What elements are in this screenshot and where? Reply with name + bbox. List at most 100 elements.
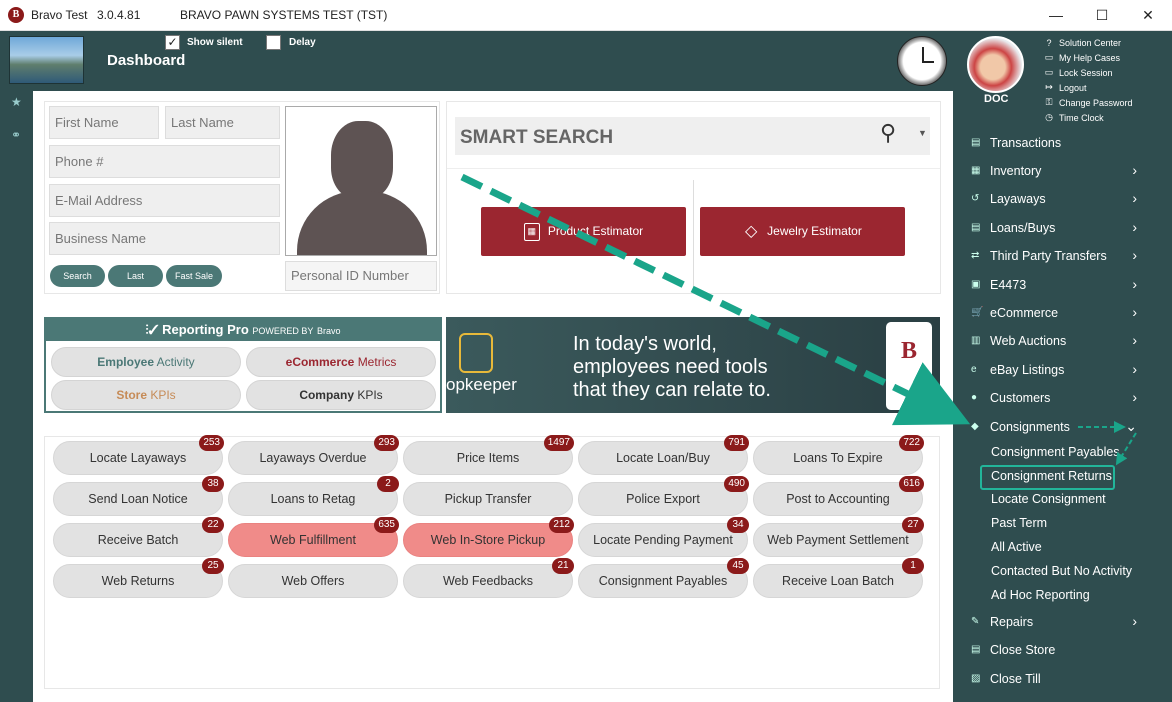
quick-action-button[interactable]: Price Items 1497 (403, 435, 574, 475)
quick-action-button[interactable]: Post to Accounting 616 (753, 476, 924, 516)
submenu-item-consignment-payables[interactable]: Consignment Payables (991, 445, 1120, 459)
email-field[interactable]: E-Mail Address (49, 184, 280, 217)
quick-action-label: Web In-Store Pickup (430, 533, 546, 547)
submenu-item-locate-consignment[interactable]: Locate Consignment (991, 492, 1106, 506)
quick-action-label: Locate Layaways (89, 451, 187, 465)
quick-action-label: Pickup Transfer (444, 492, 532, 506)
sidebar-item-transactions[interactable]: ▤ Transactions (963, 129, 1157, 157)
sidebar-item-repairs[interactable]: ✎ Repairs › (963, 608, 1157, 636)
quick-action-button[interactable]: Web In-Store Pickup 212 (403, 517, 574, 557)
count-badge: 1497 (543, 435, 574, 451)
customer-photo[interactable] (285, 106, 437, 256)
submenu-item-ad-hoc-reporting[interactable]: Ad Hoc Reporting (991, 588, 1090, 602)
favorites-star-icon[interactable]: ★ (11, 95, 22, 109)
company-kpis-button[interactable]: Company KPIs (246, 380, 436, 410)
app-name: Bravo Test (31, 8, 88, 22)
employee-activity-button[interactable]: Employee Activity (51, 347, 241, 377)
menu-label: Third Party Transfers (990, 249, 1107, 263)
user-links: ? Solution Center ▭ My Help Cases ▭ Lock Se… (1043, 35, 1133, 125)
sidebar-item-layaways[interactable]: ↺ Layaways › (963, 185, 1157, 213)
quick-action-button[interactable]: Web Offers (228, 564, 398, 598)
quick-action-button[interactable]: Web Returns 25 (53, 558, 224, 598)
sidebar-item-consignments[interactable]: ◆ Consignments ⌄ (963, 413, 1157, 441)
quick-action-button[interactable]: Web Payment Settlement 27 (753, 517, 924, 557)
sidebar-item-inventory[interactable]: ▦ Inventory › (963, 157, 1157, 185)
quick-action-button[interactable]: Web Feedbacks 21 (403, 558, 574, 598)
chevron-icon: ⌄ (1125, 418, 1137, 434)
quick-action-label: Post to Accounting (786, 492, 890, 506)
quick-action-button[interactable]: Locate Layaways 253 (53, 435, 224, 475)
quick-action-button[interactable]: Police Export 490 (578, 476, 749, 516)
quick-action-label: Send Loan Notice (88, 492, 188, 506)
banner-line: that they can relate to. (573, 379, 771, 401)
store-kpis-button[interactable]: Store KPIs (51, 380, 241, 410)
sidebar-item-web-auctions[interactable]: ▥ Web Auctions › (963, 327, 1157, 355)
diamond-icon: ◇ (745, 222, 758, 240)
submenu-item-past-term[interactable]: Past Term (991, 516, 1047, 530)
sidebar-item-loans-buys[interactable]: ▤ Loans/Buys › (963, 214, 1157, 242)
menu-icon: e (971, 364, 977, 375)
quick-action-button[interactable]: Web Fulfillment 635 (228, 517, 399, 557)
my-help-cases-link[interactable]: ▭ My Help Cases (1043, 50, 1133, 65)
quick-action-button[interactable]: Send Loan Notice 38 (53, 476, 224, 516)
sidebar-item-close-till[interactable]: ▨ Close Till (963, 665, 1157, 693)
chevron-icon: › (1132, 613, 1137, 629)
link-label: Time Clock (1059, 112, 1104, 123)
quick-action-button[interactable]: Layaways Overdue 293 (228, 435, 399, 475)
quick-action-button[interactable]: Receive Loan Batch 1 (753, 558, 924, 598)
last-button[interactable]: Last (108, 265, 163, 287)
personal-id-field[interactable]: Personal ID Number (285, 261, 437, 291)
link-icon[interactable]: ⚭ (11, 128, 21, 142)
time-clock-link[interactable]: ◷ Time Clock (1043, 110, 1133, 125)
dropdown-caret-icon[interactable]: ▼ (918, 128, 927, 138)
link-label: Lock Session (1059, 67, 1113, 78)
sidebar-item-customers[interactable]: ● Customers › (963, 384, 1157, 412)
menu-icon: ▨ (971, 673, 981, 684)
ecommerce-metrics-button[interactable]: eCommerce Metrics (246, 347, 436, 377)
solution-center-link[interactable]: ? Solution Center (1043, 35, 1133, 50)
quick-action-button[interactable]: Pickup Transfer (403, 482, 573, 516)
quick-action-button[interactable]: Consignment Payables 45 (578, 558, 749, 598)
maximize-button[interactable]: ☐ (1079, 0, 1125, 31)
first-name-field[interactable]: First Name (49, 106, 159, 139)
logout-link[interactable]: ↦ Logout (1043, 80, 1133, 95)
powered-brand: Bravo (317, 326, 341, 336)
banner-brand: opkeeper (446, 375, 517, 394)
business-name-field[interactable]: Business Name (49, 222, 280, 255)
submenu-item-contacted-but-no-activity[interactable]: Contacted But No Activity (991, 564, 1132, 578)
promo-banner[interactable]: opkeeper In today's world, employees nee… (446, 317, 940, 413)
sidebar-item-ebay-listings[interactable]: e eBay Listings › (963, 356, 1157, 384)
quick-action-button[interactable]: Locate Loan/Buy 791 (578, 435, 749, 475)
quick-action-button[interactable]: Loans to Retag 2 (228, 476, 399, 516)
chevron-icon: › (1132, 162, 1137, 178)
minimize-button[interactable]: — (1033, 0, 1079, 31)
close-button[interactable]: ✕ (1125, 0, 1171, 31)
delay-checkbox[interactable] (266, 35, 281, 50)
sidebar-item-e4473[interactable]: ▣ E4473 › (963, 271, 1157, 299)
search-icon[interactable]: ⚲ (880, 120, 896, 146)
quick-action-label: Price Items (456, 451, 520, 465)
fast-sale-button[interactable]: Fast Sale (166, 265, 222, 287)
search-button[interactable]: Search (50, 265, 105, 287)
sidebar-item-ecommerce[interactable]: 🛒 eCommerce › (963, 299, 1157, 327)
sidebar-item-close-store[interactable]: ▤ Close Store (963, 636, 1157, 664)
quick-action-button[interactable]: Receive Batch 22 (53, 517, 224, 557)
quick-action-label: Layaways Overdue (259, 451, 367, 465)
submenu-item-all-active[interactable]: All Active (991, 540, 1042, 554)
show-silent-checkbox[interactable]: ✓ (165, 35, 180, 50)
jewelry-estimator-button[interactable]: ◇ Jewelry Estimator (700, 207, 905, 256)
last-name-field[interactable]: Last Name (165, 106, 280, 139)
quick-action-button[interactable]: Loans To Expire 722 (753, 435, 924, 475)
link-label: Logout (1059, 82, 1087, 93)
quick-action-button[interactable]: Locate Pending Payment 34 (578, 517, 749, 557)
lock-session-link[interactable]: ▭ Lock Session (1043, 65, 1133, 80)
product-estimator-button[interactable]: ▦ Product Estimator (481, 207, 686, 256)
avatar[interactable] (967, 36, 1024, 93)
logout-icon: ↦ (1045, 82, 1053, 92)
sidebar-item-third-party-transfers[interactable]: ⇄ Third Party Transfers › (963, 242, 1157, 270)
phone-field[interactable]: Phone # (49, 145, 280, 178)
delay-label: Delay (289, 37, 316, 48)
label-bold: eCommerce (285, 355, 355, 369)
change-password-link[interactable]: ⚿ Change Password (1043, 95, 1133, 110)
chevron-icon: › (1132, 304, 1137, 320)
